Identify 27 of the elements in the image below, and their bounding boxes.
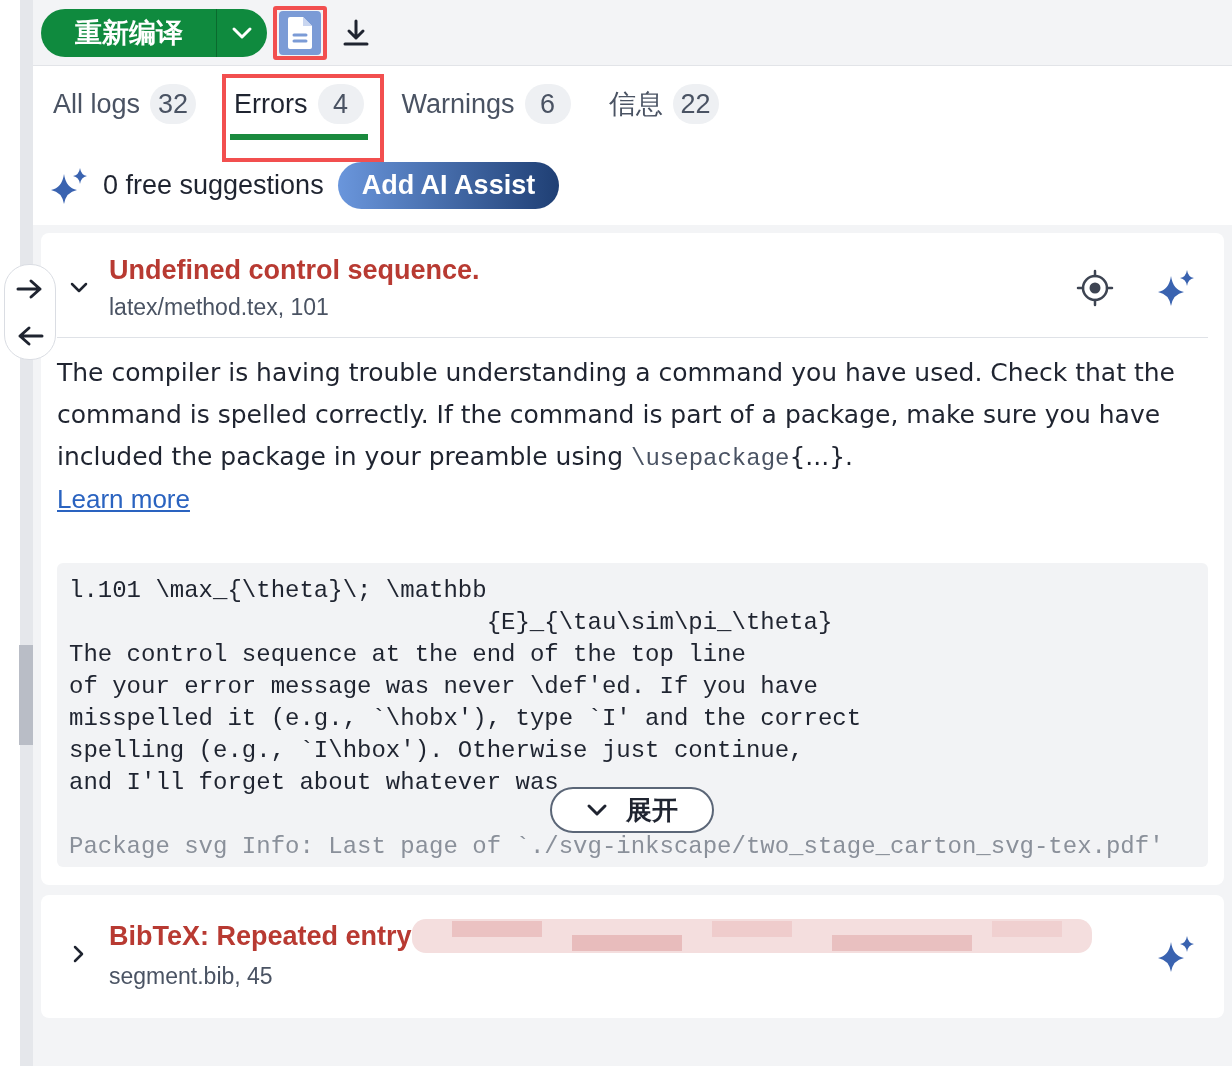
log-tab[interactable]: Warnings 6 xyxy=(389,74,591,162)
error-description: The compiler is having trouble understanding a command you have used. Check that the command is spelled correctly. If the command is part of a package, make sure you have included the package in your preamble using \usepackage{...}. xyxy=(57,357,1176,474)
recompile-dropdown-button[interactable] xyxy=(217,8,267,57)
document-button[interactable] xyxy=(273,5,327,60)
locate-icon[interactable] xyxy=(1076,269,1114,307)
error-title: Undefined control sequence. xyxy=(109,255,480,286)
log-tab[interactable]: All logs 32 xyxy=(41,74,217,162)
caret-icon xyxy=(231,25,253,40)
log-line: {E}_{\tau\sim\pi_\theta} xyxy=(485,608,834,638)
log-line: The control sequence at the end of the top line xyxy=(69,640,747,670)
error-title: BibTeX: Repeated entry xyxy=(109,920,412,952)
file-location: latex/method.tex, 101 xyxy=(109,294,330,321)
recompile-button[interactable]: 重新编译 xyxy=(41,8,217,57)
add-ai-assist-button[interactable]: Add AI Assist xyxy=(337,162,560,209)
log-line: spelling (e.g., `I\hbox'). Otherwise just continue, xyxy=(69,736,805,766)
log-line: of your error message was never \def'ed. If you have xyxy=(69,672,819,702)
file-location: segment.bib, 45 xyxy=(109,963,274,990)
log-line: l.101 \max_{\theta}\; \mathbb xyxy=(69,576,488,606)
log-line: Package svg Info: Last page of `./svg-inkscape/two_stage_carton_svg-tex.pdf' xyxy=(69,832,1165,862)
panel-toggle[interactable] xyxy=(4,264,56,360)
log-tab[interactable]: 信息 22 xyxy=(596,74,739,162)
panel-handle[interactable] xyxy=(19,645,33,745)
learn-more-link[interactable]: Learn more xyxy=(57,484,190,515)
suggestions-text: 0 free suggestions xyxy=(103,170,324,201)
caret-icon xyxy=(586,803,608,817)
log-line: misspelled it (e.g., `\hobx'), type `I' and the correct xyxy=(69,704,863,734)
download-icon[interactable] xyxy=(341,17,371,48)
